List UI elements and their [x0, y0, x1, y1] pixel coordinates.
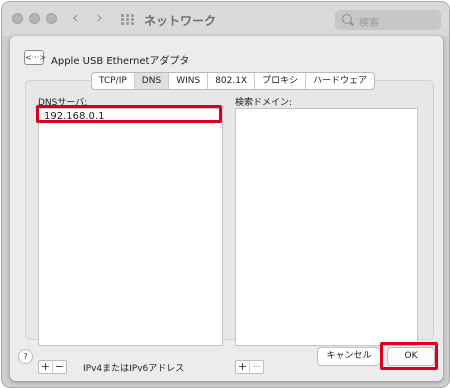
cancel-button[interactable]: キャンセル: [317, 347, 381, 366]
tab-8021x[interactable]: 802.1X: [207, 73, 254, 89]
title-bar: ‹ › ネットワーク 検索: [2, 2, 449, 36]
dns-add-remove-buttons: + −: [38, 360, 67, 374]
zoom-window-icon[interactable]: [46, 13, 57, 24]
remove-domain-button[interactable]: −: [249, 361, 263, 373]
dns-entry-highlight: [36, 105, 222, 123]
domain-add-remove-buttons: + −: [235, 360, 264, 374]
tab-wins[interactable]: WINS: [168, 73, 207, 89]
grid-icon[interactable]: [121, 14, 135, 25]
tab-proxy[interactable]: プロキシ: [254, 73, 305, 89]
device-name: Apple USB Ethernetアダプタ: [51, 56, 190, 67]
tab-hardware[interactable]: ハードウェア: [305, 73, 374, 89]
dns-servers-list[interactable]: 192.168.0.1: [38, 108, 223, 346]
search-icon: [342, 14, 352, 24]
add-dns-button[interactable]: +: [39, 361, 52, 373]
dns-address-hint: IPv4またはIPv6アドレス: [83, 364, 185, 374]
help-button[interactable]: ?: [18, 349, 33, 364]
search-field[interactable]: 検索: [335, 10, 441, 30]
back-arrow-icon[interactable]: ‹: [72, 8, 79, 28]
tab-bar: TCP/IP DNS WINS 802.1X プロキシ ハードウェア: [91, 72, 376, 90]
search-domains-list[interactable]: [235, 108, 418, 346]
dns-panel: DNSサーバ: 192.168.0.1 検索ドメイン: + − IPv4またはI…: [25, 80, 434, 374]
remove-dns-button[interactable]: −: [52, 361, 66, 373]
forward-arrow-icon[interactable]: ›: [96, 8, 103, 28]
tab-tcpip[interactable]: TCP/IP: [92, 73, 134, 89]
ok-button-highlight: [380, 342, 438, 370]
minimize-window-icon[interactable]: [29, 13, 40, 24]
search-domains-label: 検索ドメイン:: [235, 98, 293, 108]
search-placeholder: 検索: [359, 18, 379, 29]
close-window-icon[interactable]: [12, 13, 23, 24]
ethernet-icon: <···>: [24, 50, 46, 65]
add-domain-button[interactable]: +: [236, 361, 249, 373]
tab-dns[interactable]: DNS: [133, 73, 169, 89]
window-title: ネットワーク: [144, 14, 217, 28]
network-window: ‹ › ネットワーク 検索 <···> Apple USB Ethernetアダ…: [1, 1, 450, 388]
dns-settings-sheet: <···> Apple USB Ethernetアダプタ TCP/IP DNS …: [10, 36, 443, 381]
